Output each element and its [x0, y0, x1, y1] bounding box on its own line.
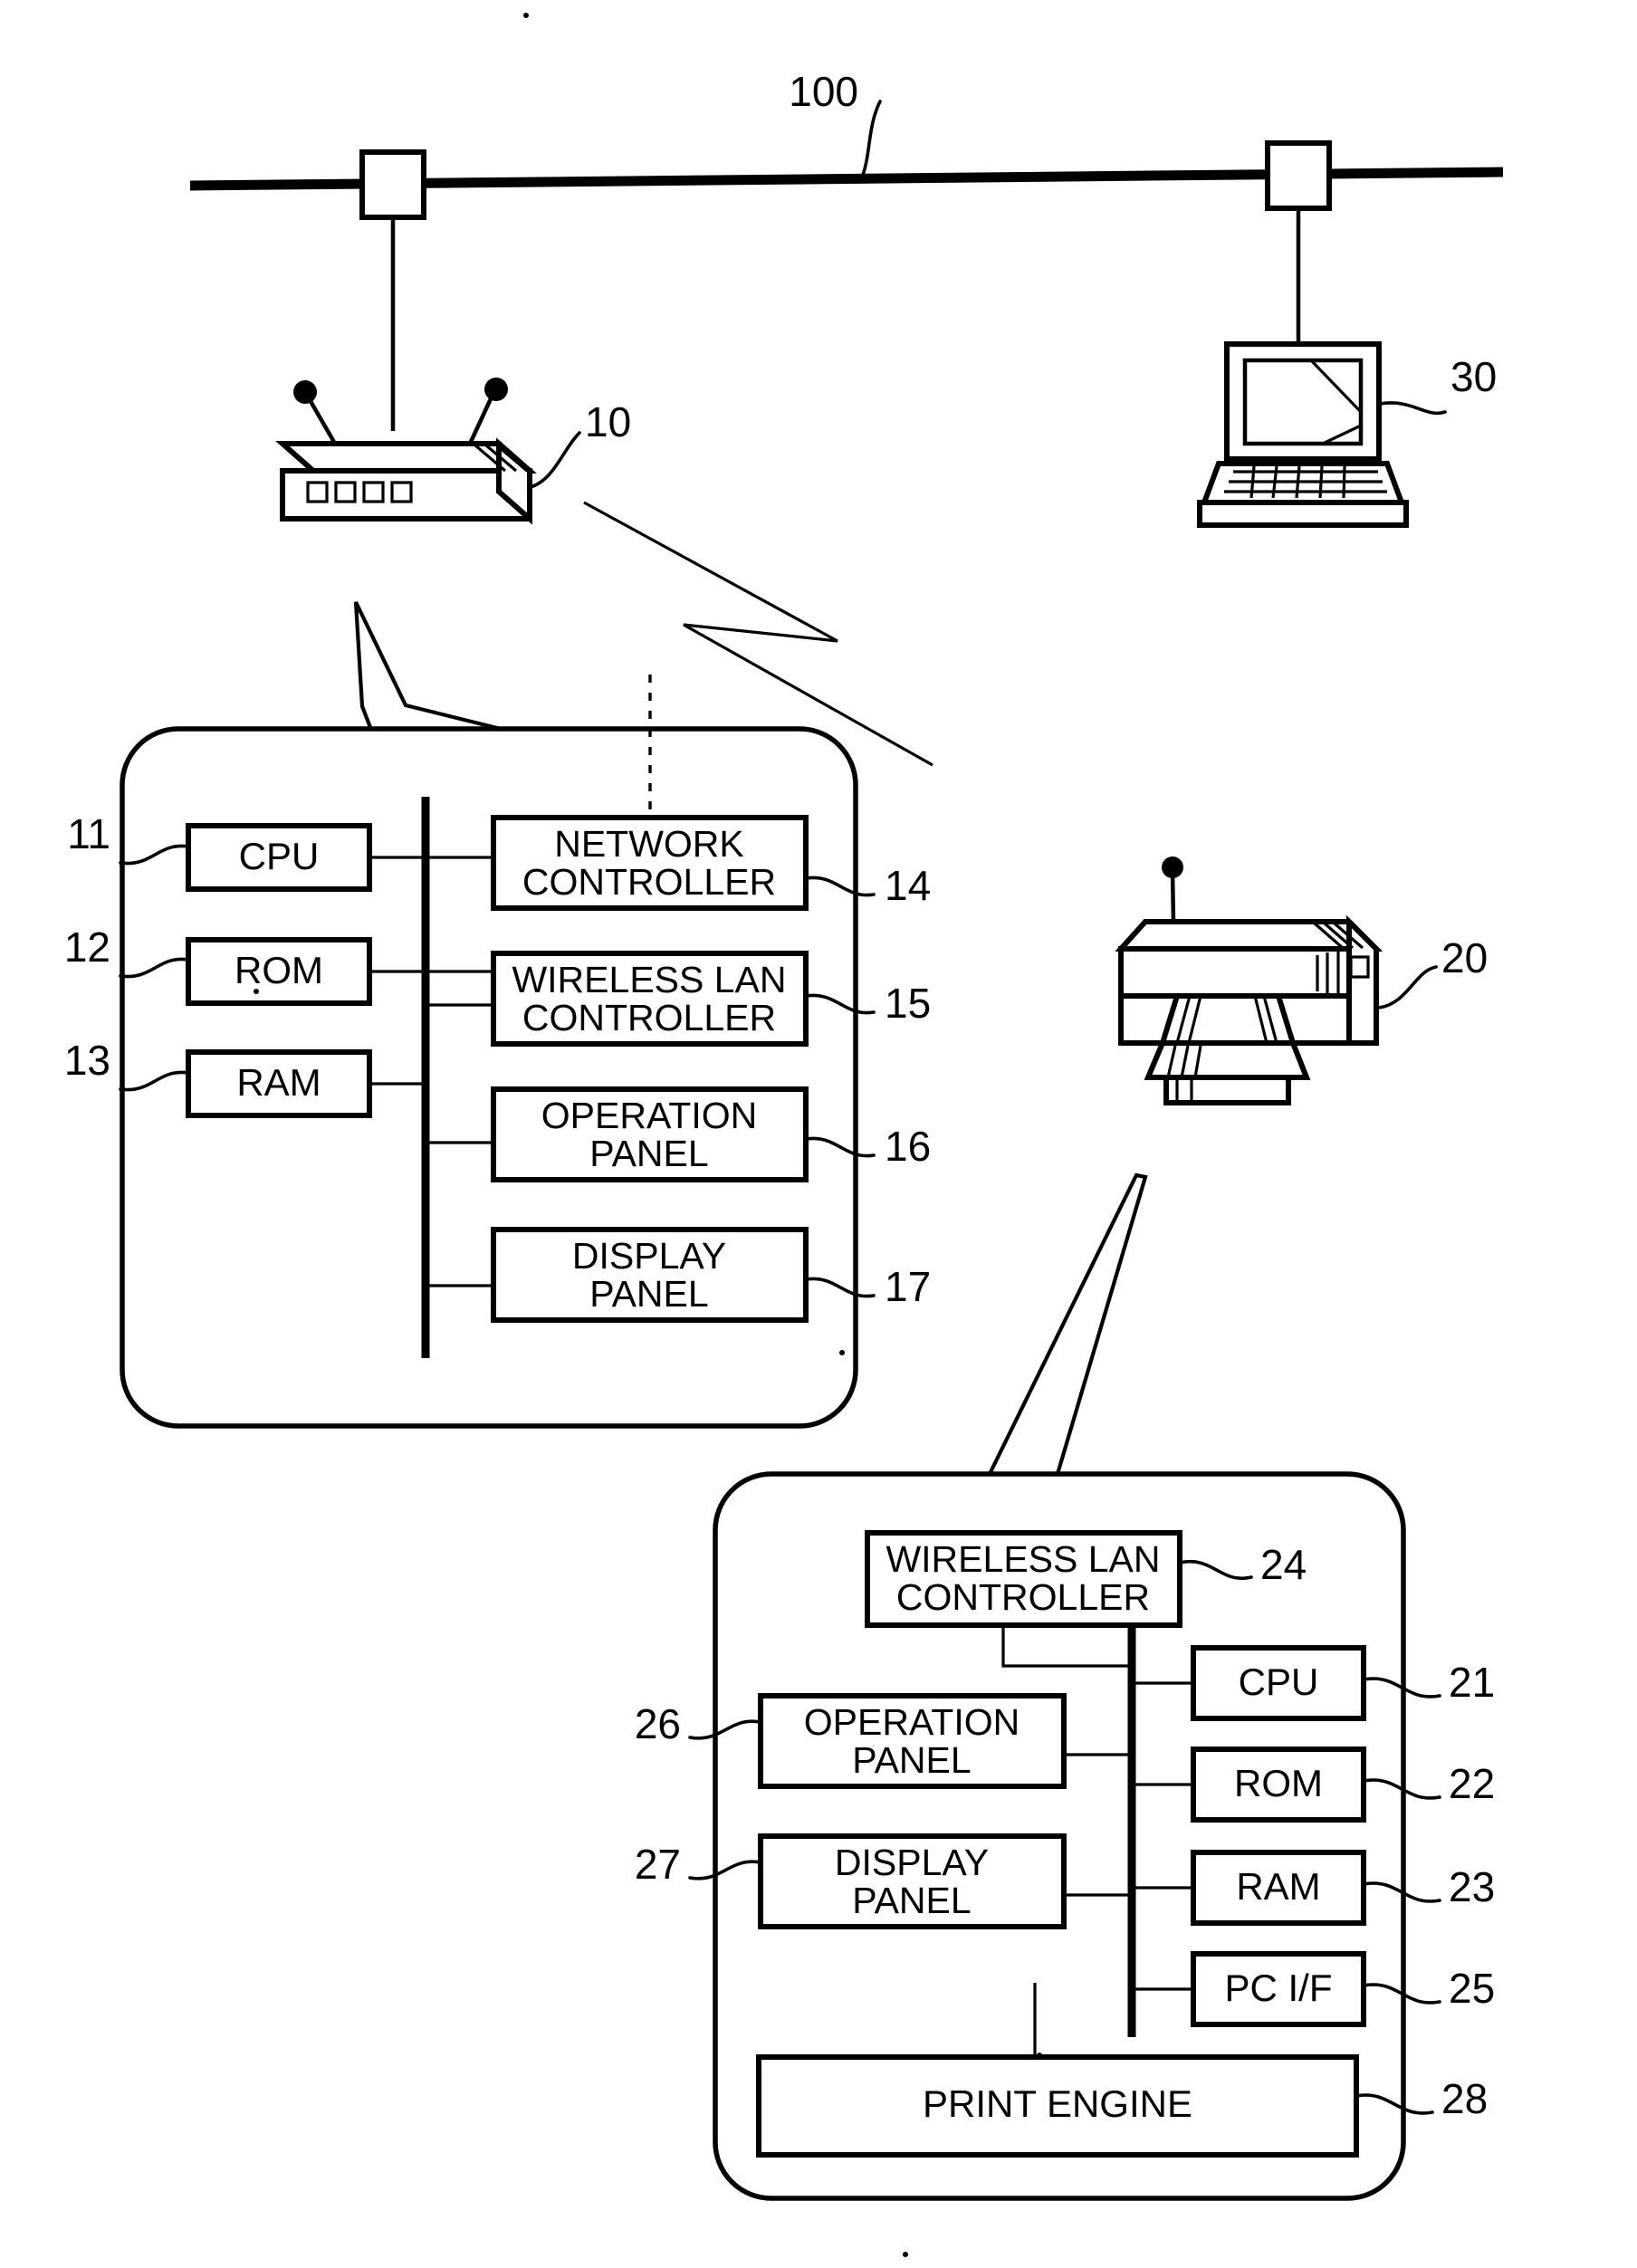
ap-box-cpu-label: CPU — [239, 835, 320, 877]
ref-20: 20 — [1441, 934, 1488, 981]
laptop-leader — [1378, 401, 1447, 416]
access-point-device: 10 — [275, 378, 631, 525]
printer-box-wireless-lan-controller-line1: WIRELESS LAN — [886, 1538, 1160, 1580]
laptop-base — [1197, 500, 1409, 528]
ref-23: 23 — [1449, 1863, 1495, 1910]
ref-21: 21 — [1449, 1659, 1495, 1706]
printer-block-panel: WIRELESS LAN CONTROLLER 24 OPERATION PAN… — [635, 1471, 1495, 2201]
printer-tray-lip — [1163, 1075, 1291, 1105]
ref-27: 27 — [635, 1841, 681, 1888]
ap-box-operation-panel-line1: OPERATION — [541, 1095, 757, 1136]
access-point-front-face — [280, 468, 532, 522]
ref-10: 10 — [585, 398, 631, 445]
laptop-device: 30 — [1197, 341, 1497, 528]
access-point-top-face — [275, 441, 537, 474]
figure-canvas: 100 10 30 20 CPU ROM RAM NETWORK CONTROL… — [64, 13, 1504, 2257]
printer-box-operation-panel-line2: PANEL — [852, 1739, 971, 1781]
printer-antenna-tip — [1162, 856, 1183, 878]
antenna-right-tip — [484, 378, 508, 401]
network-tap-left — [359, 149, 426, 220]
ap-box-display-panel-line2: PANEL — [589, 1273, 708, 1315]
ap-box-display-panel-line1: DISPLAY — [572, 1235, 726, 1277]
ref-24: 24 — [1260, 1541, 1307, 1588]
wireless-link-path — [583, 501, 933, 767]
ap-box-rom-label: ROM — [235, 949, 323, 991]
ref-25: 25 — [1449, 1965, 1495, 2012]
printer-box-wireless-lan-controller-line2: CONTROLLER — [896, 1576, 1150, 1618]
ref-100: 100 — [789, 68, 858, 115]
access-point-callout-leader — [353, 601, 512, 734]
wireless-link-zigzag — [583, 501, 933, 767]
printer-device: 20 — [1115, 856, 1488, 1105]
printer-box-pc-if-label: PC I/F — [1224, 1967, 1332, 2009]
access-point-block-panel: CPU ROM RAM NETWORK CONTROLLER WIRELESS … — [64, 675, 931, 1429]
ref-14: 14 — [885, 862, 931, 909]
printer-box-operation-panel-line1: OPERATION — [804, 1701, 1020, 1743]
printer-box-cpu-label: CPU — [1239, 1660, 1319, 1703]
printer-box-display-panel-line2: PANEL — [852, 1880, 971, 1921]
callout-wedge-access-point — [353, 601, 512, 734]
ap-box-wireless-lan-controller-line2: CONTROLLER — [522, 997, 776, 1038]
network-tap-right — [1265, 140, 1332, 211]
ap-box-ram-label: RAM — [236, 1061, 321, 1104]
callout-wedge-printer — [986, 1172, 1148, 1477]
network-leader — [860, 100, 882, 179]
printer-box-print-engine-label: PRINT ENGINE — [923, 2082, 1192, 2125]
ap-box-operation-panel-line2: PANEL — [589, 1133, 708, 1174]
printer-box-rom-label: ROM — [1234, 1762, 1323, 1804]
ref-16: 16 — [885, 1123, 931, 1170]
printer-leader — [1376, 965, 1438, 1010]
ref-15: 15 — [885, 980, 931, 1027]
printer-body-front — [1118, 946, 1352, 999]
ref-26: 26 — [635, 1700, 681, 1747]
ref-13: 13 — [64, 1037, 110, 1084]
access-point-leader — [529, 431, 581, 489]
printer-callout-leader — [986, 1172, 1148, 1477]
printer-box-display-panel-line1: DISPLAY — [835, 1842, 989, 1883]
patent-figure: 100 10 30 20 CPU ROM RAM NETWORK CONTROL… — [0, 0, 1637, 2268]
ref-22: 22 — [1449, 1760, 1495, 1807]
ap-box-network-controller-line1: NETWORK — [554, 823, 744, 865]
ref-17: 17 — [885, 1263, 931, 1310]
ref-28: 28 — [1441, 2075, 1488, 2122]
ref-12: 12 — [64, 923, 110, 971]
printer-box-ram-label: RAM — [1236, 1865, 1320, 1908]
ref-30: 30 — [1450, 353, 1497, 400]
ref-11: 11 — [67, 810, 110, 857]
ap-box-wireless-lan-controller-line1: WIRELESS LAN — [512, 959, 786, 1000]
antenna-right-rod — [468, 392, 496, 443]
antenna-left-rod — [306, 395, 337, 445]
ap-box-network-controller-line2: CONTROLLER — [522, 861, 776, 903]
antenna-left-tip — [293, 380, 317, 404]
